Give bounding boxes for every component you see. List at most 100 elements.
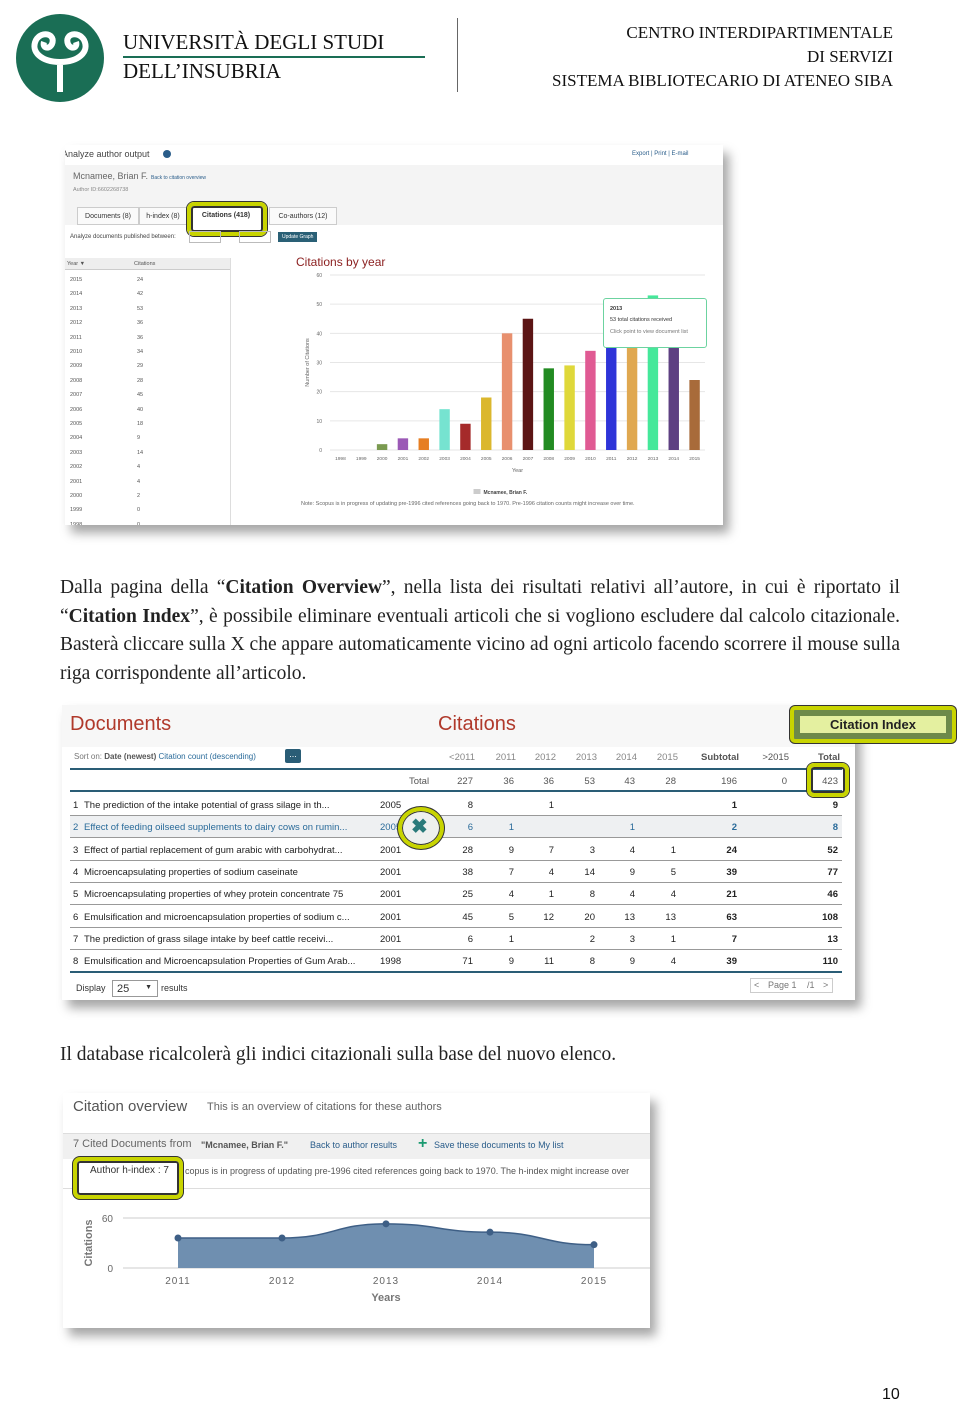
citation-cell: 3 <box>629 933 635 945</box>
document-row[interactable]: 4 Microencapsulating properties of sodium… <box>70 861 842 883</box>
year-cell: 2004 <box>70 435 83 442</box>
citations-cell: 40 <box>137 406 144 413</box>
document-title[interactable]: Microencapsulating properties of sodium … <box>84 867 298 878</box>
col-header-2014[interactable]: 2014 <box>597 752 637 763</box>
sort-date-newest[interactable]: Date (newest) <box>104 752 156 761</box>
citations-cell: 53 <box>137 305 144 312</box>
year-table-row[interactable]: 2004 9 <box>65 432 230 446</box>
col-header-2011[interactable]: 2011 <box>476 752 516 763</box>
document-title[interactable]: The prediction of the intake potential o… <box>84 800 330 811</box>
y-tick-label: 10 <box>316 419 322 425</box>
document-row[interactable]: 3 Effect of partial replacement of gum ar… <box>70 839 842 861</box>
document-title[interactable]: Emulsification and Microencapsulation Pr… <box>84 956 355 967</box>
email-link[interactable]: E-mail <box>672 151 689 157</box>
export-link[interactable]: Export <box>632 151 649 157</box>
citation-cell: 1 <box>629 822 635 834</box>
col-header-<2011[interactable]: <2011 <box>435 752 475 763</box>
year-table-row[interactable]: 1999 0 <box>65 504 230 518</box>
document-row[interactable]: 8 Emulsification and Microencapsulation P… <box>70 950 842 973</box>
tab-h-index[interactable]: h-index (8) <box>139 207 187 225</box>
col-year[interactable]: Year ▼ <box>67 261 85 267</box>
total-cell: 196 <box>721 776 737 787</box>
year-table-row[interactable]: 2011 36 <box>65 332 230 346</box>
save-to-my-list-link[interactable]: Save these documents to My list <box>434 1140 564 1150</box>
year-table-row[interactable]: 2015 24 <box>65 274 230 288</box>
year-table-row[interactable]: 2013 53 <box>65 303 230 317</box>
year-table-row[interactable]: 2002 4 <box>65 461 230 475</box>
col-header-2015[interactable]: 2015 <box>638 752 678 763</box>
update-graph-button[interactable]: Update Graph <box>278 232 318 242</box>
year-table-row[interactable]: 2006 40 <box>65 404 230 418</box>
col-header-2012[interactable]: 2012 <box>516 752 556 763</box>
col-header-Total[interactable]: Total <box>800 752 840 763</box>
citation-cell: 46 <box>827 889 838 901</box>
row-number: 2 <box>73 822 79 834</box>
document-row[interactable]: 5 Microencapsulating properties of whey p… <box>70 883 842 906</box>
year-table-row[interactable]: 2001 4 <box>65 476 230 490</box>
start-year-select[interactable] <box>189 231 221 243</box>
year-cell: 2009 <box>70 363 83 370</box>
citation-overview-screenshot: Citation overview This is an overview of… <box>63 1093 650 1328</box>
citations-cell: 28 <box>137 377 144 384</box>
print-link[interactable]: Print <box>654 151 666 157</box>
area-fill <box>178 1223 594 1268</box>
plus-icon[interactable]: + <box>418 1135 427 1153</box>
year-table-row[interactable]: 2005 18 <box>65 418 230 432</box>
more-options-button[interactable]: ... <box>285 749 301 763</box>
citation-cell: 4 <box>508 889 514 901</box>
year-table-row[interactable]: 1998 0 <box>65 519 230 525</box>
author-h-index: Author h-index : 7 <box>90 1165 169 1176</box>
total-cell: 0 <box>781 776 787 787</box>
document-title[interactable]: The prediction of grass silage intake by… <box>84 934 333 945</box>
x-tick-label: 2012 <box>627 456 638 462</box>
year-table-row[interactable]: 2010 34 <box>65 346 230 360</box>
document-title[interactable]: Effect of feeding oilseed supplements to… <box>84 822 347 833</box>
document-row[interactable]: 2 Effect of feeding oilseed supplements t… <box>70 816 842 839</box>
text: Dalla pagina della “ <box>60 577 226 598</box>
bold-term: Citation Index <box>68 605 191 627</box>
year-table-row[interactable]: 2009 29 <box>65 360 230 374</box>
year-table-row[interactable]: 2003 14 <box>65 447 230 461</box>
document-row[interactable]: 7 The prediction of grass silage intake b… <box>70 928 842 950</box>
sort-citation-count-link[interactable]: Citation count (descending) <box>159 752 256 761</box>
year-table-row[interactable]: 2008 28 <box>65 375 230 389</box>
data-point-2015 <box>590 1241 598 1249</box>
x-tick-label: 2015 <box>689 456 700 462</box>
citation-cell: 1 <box>731 800 737 811</box>
prev-page-icon[interactable]: < <box>754 980 759 990</box>
next-page-icon[interactable]: > <box>823 980 828 990</box>
document-title[interactable]: Emulsification and microencapsulation pr… <box>84 912 350 923</box>
document-title[interactable]: Microencapsulating properties of whey pr… <box>84 889 343 900</box>
y-tick-label: 20 <box>316 390 322 396</box>
citation-cell: 13 <box>827 933 838 945</box>
publication-year: 2001 <box>380 933 402 945</box>
tab-co-authors[interactable]: Co-authors (12) <box>269 207 337 225</box>
row-number: 8 <box>73 956 79 968</box>
citation-cell: 21 <box>726 889 737 901</box>
document-row[interactable]: 6 Emulsification and microencapsulation p… <box>70 906 842 928</box>
results-per-page-select[interactable]: 25 ▼ <box>112 980 158 997</box>
col-header->2015[interactable]: >2015 <box>749 752 789 763</box>
publication-year: 2001 <box>380 911 402 923</box>
citation-cell: 13 <box>665 911 676 923</box>
col-header-2013[interactable]: 2013 <box>557 752 597 763</box>
citation-cell: 9 <box>629 956 635 968</box>
tab-documents[interactable]: Documents (8) <box>77 207 139 225</box>
document-row[interactable]: 1 The prediction of the intake potential … <box>70 794 842 816</box>
back-to-citation-overview-link[interactable]: Back to citation overview <box>151 175 206 181</box>
col-header-Subtotal[interactable]: Subtotal <box>699 752 739 763</box>
col-citations[interactable]: Citations <box>134 261 155 267</box>
citations-cell: 24 <box>137 277 144 283</box>
year-table-row[interactable]: 2007 45 <box>65 389 230 403</box>
citations-cell: 36 <box>137 334 144 341</box>
paragraph-instructions: Dalla pagina della “Citation Overview”, … <box>60 574 900 688</box>
end-year-select[interactable] <box>239 231 271 243</box>
remove-document-x-icon[interactable]: ✖ <box>411 814 428 839</box>
year-table-row[interactable]: 2014 42 <box>65 288 230 302</box>
year-table-row[interactable]: 2000 2 <box>65 490 230 504</box>
help-icon[interactable] <box>163 150 171 158</box>
year-table-row[interactable]: 2012 36 <box>65 317 230 331</box>
back-to-author-results-link[interactable]: Back to author results <box>310 1140 397 1150</box>
page-total: /1 <box>807 980 815 990</box>
document-title[interactable]: Effect of partial replacement of gum ara… <box>84 845 343 856</box>
